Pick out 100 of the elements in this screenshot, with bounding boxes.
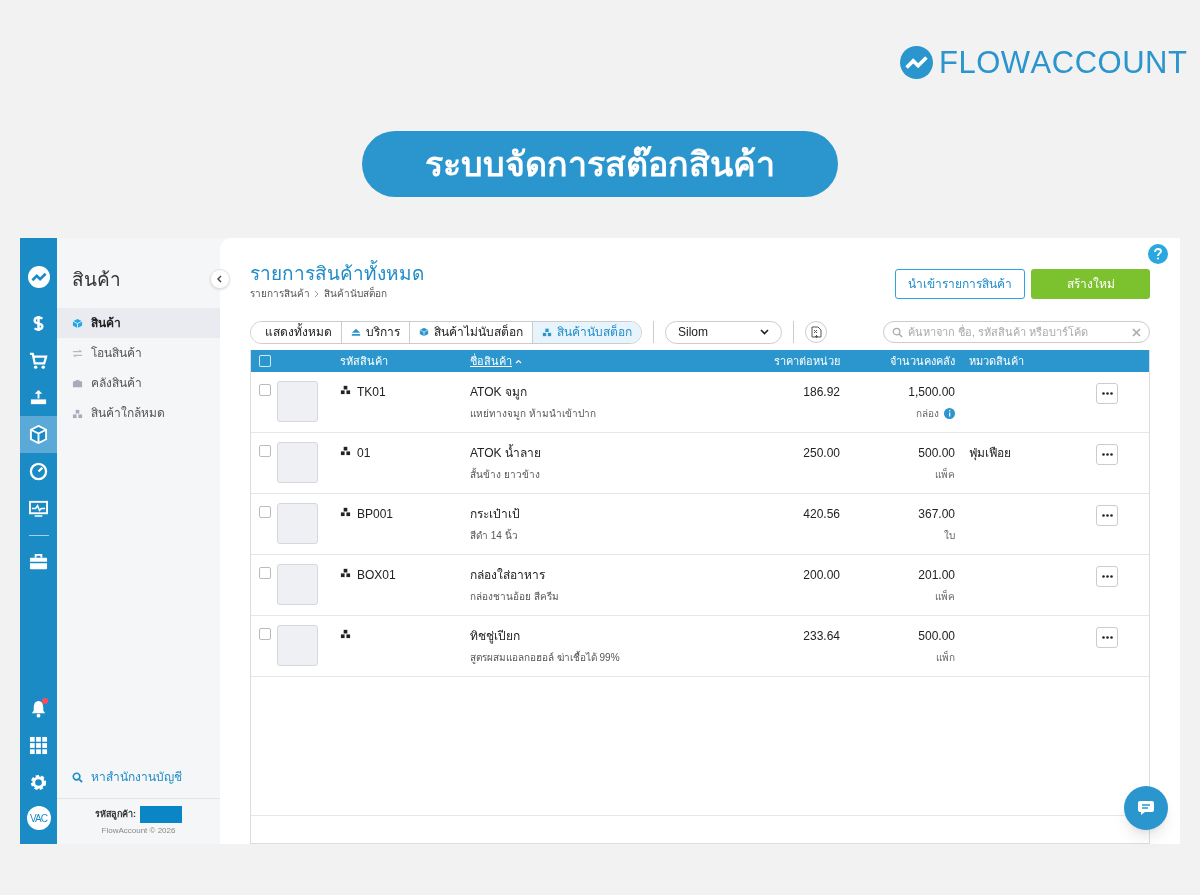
sidebar-item[interactable]: สินค้า <box>57 308 220 338</box>
product-category: ฟุ่มเฟือย <box>969 446 1011 460</box>
product-code: BP001 <box>357 506 394 523</box>
import-button[interactable]: นำเข้ารายการสินค้า <box>895 269 1025 299</box>
breadcrumb-separator-icon <box>314 289 320 298</box>
more-dots-icon <box>1101 453 1113 456</box>
stock-unit: ใบ <box>944 529 955 543</box>
stock-quantity: 500.00 <box>918 628 955 645</box>
sort-ascending-icon <box>515 358 522 364</box>
more-dots-icon <box>1101 575 1113 578</box>
more-options-button[interactable] <box>1096 566 1118 587</box>
export-excel-button[interactable] <box>805 321 827 343</box>
product-photo-placeholder <box>277 625 318 666</box>
product-description: แหย่ทางจมูก ห้ามนำเข้าปาก <box>470 407 597 421</box>
sidebar-title: สินค้า <box>71 268 122 292</box>
more-options-button[interactable] <box>1096 505 1118 526</box>
more-dots-icon <box>1101 514 1113 517</box>
row-checkbox[interactable] <box>259 445 271 457</box>
avatar[interactable]: VAC <box>26 806 51 830</box>
eject-icon <box>351 327 361 337</box>
stacked-boxes-icon <box>340 567 351 578</box>
row-checkbox[interactable] <box>259 384 271 396</box>
unit-price: 200.00 <box>802 567 840 584</box>
product-code: TK01 <box>357 384 386 401</box>
product-description: กล่องชานอ้อย สีครีม <box>470 590 560 604</box>
stock-unit: แพ็ค <box>935 589 955 604</box>
chat-bubble-icon <box>1137 800 1155 816</box>
logo-mark-icon <box>900 46 933 79</box>
product-name[interactable]: กล่องใส่อาหาร <box>470 566 717 584</box>
stock-quantity: 201.00 <box>918 567 955 584</box>
redacted-id-block <box>140 806 182 823</box>
breadcrumb-link[interactable]: รายการสินค้า <box>250 286 310 301</box>
grid-icon[interactable] <box>29 736 48 755</box>
stacked-boxes-icon <box>340 445 351 456</box>
chat-button[interactable] <box>1124 786 1168 830</box>
product-name[interactable]: ATOK จมูก <box>470 383 717 401</box>
product-description: สีดำ 14 นิ้ว <box>470 528 519 543</box>
search-icon <box>892 326 903 338</box>
product-name[interactable]: กระเป๋าเป้ <box>470 505 717 523</box>
sidebar-item[interactable]: คลังสินค้า <box>57 368 220 398</box>
product-photo-placeholder <box>277 442 318 483</box>
stock-unit: แพ็ก <box>936 650 955 665</box>
product-photo-placeholder <box>277 564 318 605</box>
bell-icon[interactable] <box>29 699 48 718</box>
stacked-boxes-icon <box>340 384 351 395</box>
product-photo-placeholder <box>277 381 318 422</box>
stock-quantity: 1,500.00 <box>908 384 955 401</box>
more-options-button[interactable] <box>1096 383 1118 404</box>
help-icon[interactable] <box>1148 244 1168 264</box>
unit-price: 233.64 <box>802 628 840 645</box>
stacked-boxes-icon <box>542 327 552 337</box>
logo-text: FLOWACCOUNT <box>939 47 1188 78</box>
banner-title: ระบบจัดการสต๊อกสินค้า <box>425 143 775 185</box>
file-download-icon <box>810 326 822 338</box>
find-accountant-link[interactable]: หาสำนักงานบัญชี <box>57 768 220 786</box>
box-icon <box>419 327 429 337</box>
sidebar-item[interactable]: สินค้าใกล้หมด <box>57 398 220 428</box>
search-icon <box>72 771 83 783</box>
stock-quantity: 367.00 <box>918 506 955 523</box>
product-code: BOX01 <box>357 567 396 584</box>
info-icon[interactable] <box>944 408 955 419</box>
row-checkbox[interactable] <box>259 567 271 579</box>
search-field[interactable]: ค้นหาจาก ชื่อ, รหัสสินค้า หรือบาร์โค้ด <box>883 321 1150 343</box>
stacked-boxes-icon <box>72 407 83 419</box>
stock-quantity: 500.00 <box>918 445 955 462</box>
select-all-checkbox[interactable] <box>259 355 271 367</box>
cart-icon[interactable] <box>29 351 48 370</box>
more-dots-icon <box>1101 392 1113 395</box>
upload-tray-icon[interactable] <box>29 388 48 407</box>
trend-logo-icon[interactable] <box>27 265 50 288</box>
branch-select[interactable]: Silom <box>665 320 782 344</box>
monitor-icon[interactable] <box>29 499 48 518</box>
product-description: สูตรผสมแอลกอฮอล์ ฆ่าเชื้อได้ 99% <box>470 650 621 665</box>
sidebar-item[interactable]: โอนสินค้า <box>57 338 220 368</box>
settings-icon[interactable] <box>29 773 48 792</box>
rail-item-highlight[interactable] <box>20 416 57 453</box>
row-checkbox[interactable] <box>259 506 271 518</box>
breadcrumb-current: สินค้านับสต็อก <box>324 286 387 301</box>
unit-price: 250.00 <box>802 445 840 462</box>
collapse-button[interactable] <box>210 269 230 289</box>
more-dots-icon <box>1101 636 1113 639</box>
product-name[interactable]: ทิชชู่เปียก <box>470 627 717 645</box>
unit-price: 186.92 <box>802 384 840 401</box>
gauge-icon[interactable] <box>29 462 48 481</box>
stacked-boxes-icon <box>340 506 351 517</box>
chevron-down-icon <box>760 329 769 335</box>
clear-search-icon[interactable] <box>1132 327 1141 337</box>
row-checkbox[interactable] <box>259 628 271 640</box>
more-options-button[interactable] <box>1096 444 1118 465</box>
warehouse-icon <box>72 377 83 389</box>
unit-price: 420.56 <box>802 506 840 523</box>
box-icon <box>72 317 83 329</box>
product-name[interactable]: ATOK น้ำลาย <box>470 444 717 462</box>
product-code: 01 <box>357 445 371 462</box>
stock-unit: แพ็ค <box>935 467 955 482</box>
box-icon[interactable] <box>29 425 48 444</box>
chevron-left-icon <box>216 275 224 283</box>
briefcase-icon[interactable] <box>29 553 48 572</box>
product-description: สั้นข้าง ยาวข้าง <box>470 467 541 482</box>
more-options-button[interactable] <box>1096 627 1118 648</box>
